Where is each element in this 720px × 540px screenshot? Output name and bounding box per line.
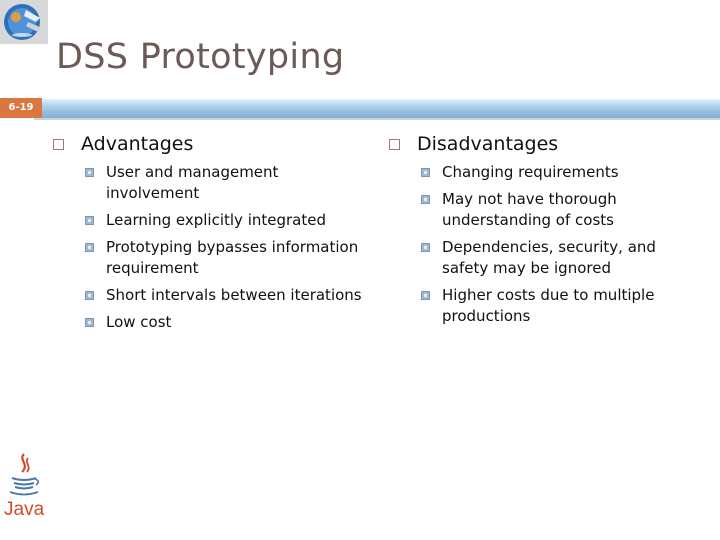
list-item-text: Short intervals between iterations: [106, 286, 362, 304]
globe-logo-icon: [0, 0, 48, 44]
list-item-text: May not have thorough understanding of c…: [442, 190, 617, 229]
disadvantages-list: Changing requirements May not have thoro…: [389, 162, 689, 327]
square-bullet-icon: [85, 318, 94, 327]
slide-title: DSS Prototyping: [56, 37, 345, 77]
title-divider-bar: [34, 99, 720, 120]
hollow-square-bullet-icon: [53, 139, 64, 150]
list-item-text: Learning explicitly integrated: [106, 211, 326, 229]
disadvantages-heading: Disadvantages: [389, 132, 689, 158]
java-cup-icon: [9, 453, 40, 496]
disadvantages-column: Disadvantages Changing requirements May …: [389, 132, 689, 333]
slide-number-badge: 6-19: [0, 98, 42, 118]
square-bullet-icon: [85, 216, 94, 225]
square-bullet-icon: [85, 291, 94, 300]
list-item-text: Low cost: [106, 313, 172, 331]
list-item: Short intervals between iterations: [53, 285, 363, 306]
list-item-text: User and management involvement: [106, 163, 279, 202]
list-item: Changing requirements: [389, 162, 689, 183]
logo-image: [0, 0, 48, 44]
list-item-text: Prototyping bypasses information require…: [106, 238, 359, 277]
square-bullet-icon: [85, 243, 94, 252]
disadvantages-heading-text: Disadvantages: [417, 133, 559, 155]
java-logo-text: Java: [4, 499, 45, 520]
square-bullet-icon: [421, 195, 430, 204]
square-bullet-icon: [421, 168, 430, 177]
square-bullet-icon: [85, 168, 94, 177]
advantages-heading: Advantages: [53, 132, 363, 158]
hollow-square-bullet-icon: [389, 139, 400, 150]
square-bullet-icon: [421, 291, 430, 300]
list-item: May not have thorough understanding of c…: [389, 189, 689, 231]
list-item: Higher costs due to multiple productions: [389, 285, 689, 327]
advantages-heading-text: Advantages: [81, 133, 194, 155]
advantages-column: Advantages User and management involveme…: [53, 132, 363, 339]
list-item-text: Higher costs due to multiple productions: [442, 286, 655, 325]
list-item: Learning explicitly integrated: [53, 210, 363, 231]
list-item: Low cost: [53, 312, 363, 333]
list-item: Dependencies, security, and safety may b…: [389, 237, 689, 279]
list-item-text: Dependencies, security, and safety may b…: [442, 238, 656, 277]
square-bullet-icon: [421, 243, 430, 252]
list-item: User and management involvement: [53, 162, 363, 204]
list-item-text: Changing requirements: [442, 163, 619, 181]
list-item: Prototyping bypasses information require…: [53, 237, 363, 279]
advantages-list: User and management involvement Learning…: [53, 162, 363, 333]
